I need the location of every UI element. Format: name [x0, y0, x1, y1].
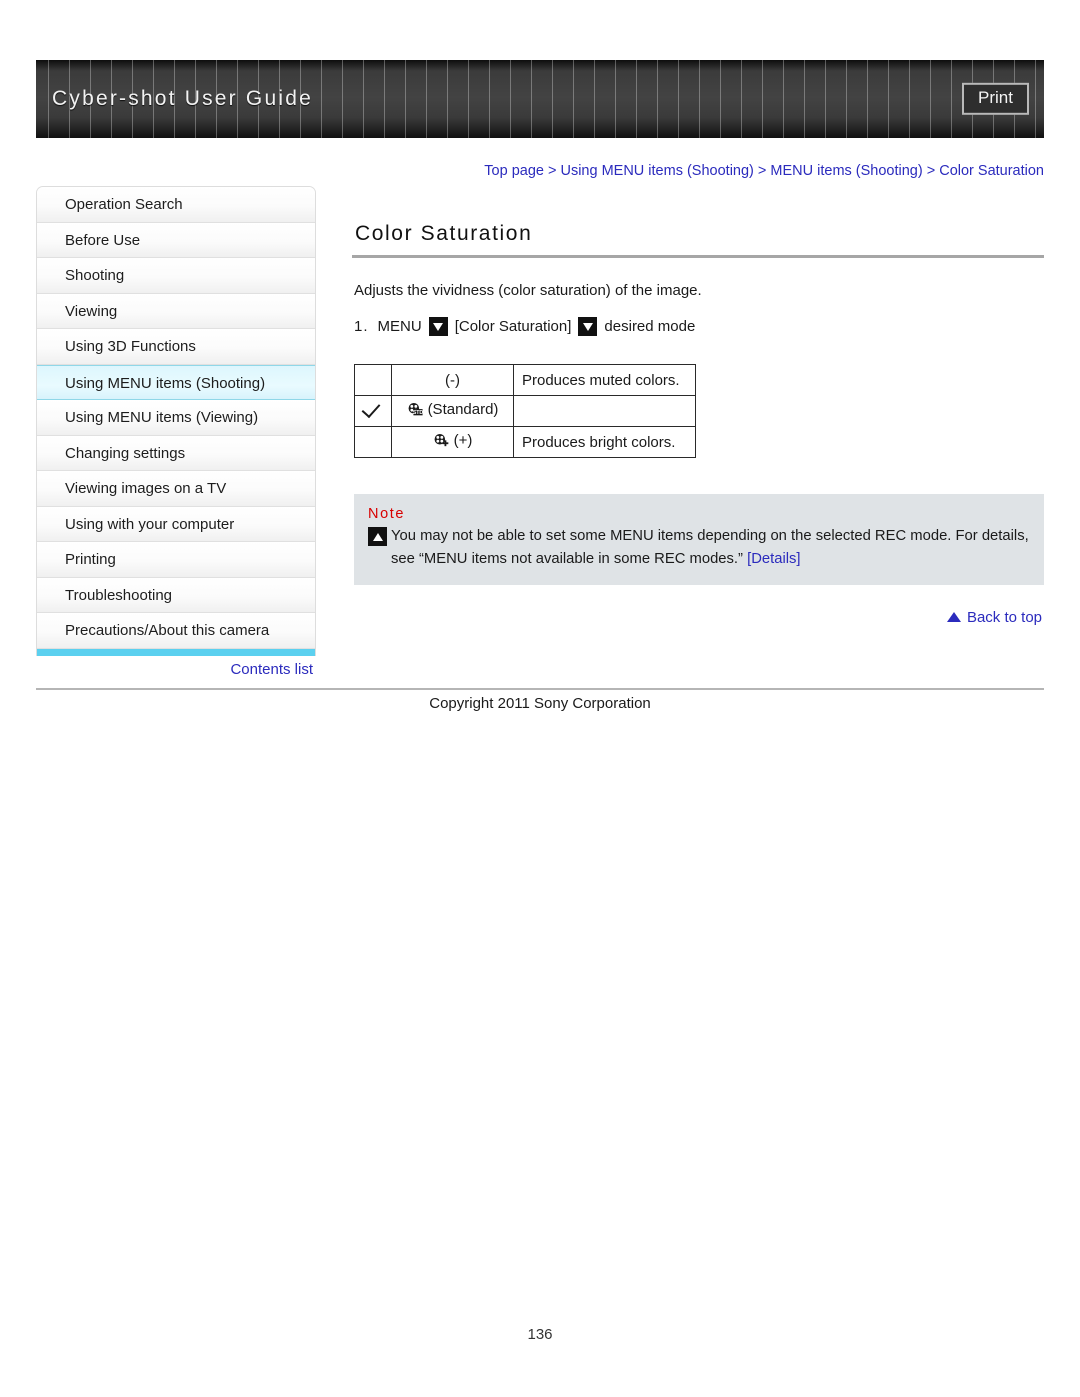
back-to-top-label: Back to top [966, 608, 1042, 626]
selected-marker-cell [354, 395, 392, 427]
sidebar-item-printing[interactable]: Printing [37, 542, 315, 578]
copyright-text: Copyright 2011 Sony Corporation [429, 695, 651, 712]
sidebar-item-viewing-images-on-a-tv[interactable]: Viewing images on a TV [37, 471, 315, 507]
sidebar-item-before-use[interactable]: Before Use [37, 222, 315, 258]
contents-list-row: Contents list [36, 656, 316, 685]
table-row: STD (Standard) [354, 395, 696, 427]
breadcrumb[interactable]: Top page > Using MENU items (Shooting) >… [352, 163, 1044, 179]
page-number: 136 [527, 1326, 553, 1343]
back-to-top-link[interactable]: Back to top [946, 608, 1042, 626]
triangle-up-icon [946, 612, 961, 623]
note-text: You may not be able to set some MENU ite… [391, 528, 1029, 567]
mode-cell: (-) [391, 364, 514, 396]
saturation-std-icon: STD [407, 402, 424, 417]
note-box: Note You may not be able to set some MEN… [354, 494, 1044, 585]
triangle-down-icon [578, 317, 598, 336]
sidebar-item-precautions-about-this-camera[interactable]: Precautions/About this camera [37, 613, 315, 649]
contents-list-link[interactable]: Contents list [230, 661, 313, 678]
step-text-desired-mode: desired mode [604, 318, 696, 335]
selected-marker-cell [354, 426, 392, 458]
main-content: Color Saturation Adjusts the vividness (… [352, 222, 1044, 627]
back-to-top-row: Back to top [352, 609, 1044, 628]
mode-label: (+) [453, 432, 473, 449]
triangle-down-icon [428, 317, 448, 336]
procedure-step-1: 1. MENU [Color Saturation] desired mode [354, 317, 1044, 336]
title-divider [352, 255, 1044, 258]
sidebar-item-using-with-your-computer[interactable]: Using with your computer [37, 506, 315, 542]
breadcrumb-text[interactable]: Top page > Using MENU items (Shooting) >… [484, 163, 1044, 179]
svg-text:STD: STD [412, 410, 423, 416]
footer-divider [36, 688, 1044, 690]
page-title: Color Saturation [355, 222, 533, 245]
sidebar-item-using-3d-functions[interactable]: Using 3D Functions [37, 329, 315, 365]
sidebar-item-troubleshooting[interactable]: Troubleshooting [37, 577, 315, 613]
mode-label: (Standard) [427, 401, 499, 418]
details-link[interactable]: [Details] [747, 551, 800, 567]
document-page: Cyber-shot User Guide Print Top page > U… [0, 0, 1080, 1397]
sidebar-item-using-menu-items-shooting[interactable]: Using MENU items (Shooting) [37, 364, 315, 400]
intro-paragraph: Adjusts the vividness (color saturation)… [354, 282, 702, 299]
triangle-up-icon [368, 527, 387, 546]
note-body: You may not be able to set some MENU ite… [368, 525, 1030, 571]
description-cell [513, 395, 696, 427]
check-icon [363, 401, 383, 418]
description-cell: Produces muted colors. [513, 364, 696, 396]
site-title: Cyber-shot User Guide [52, 87, 313, 110]
sidebar-item-shooting[interactable]: Shooting [37, 258, 315, 294]
sidebar-item-changing-settings[interactable]: Changing settings [37, 435, 315, 471]
mode-cell: STD (Standard) [391, 395, 514, 427]
step-number: 1. [354, 318, 369, 335]
selected-marker-cell [354, 364, 392, 396]
step-text-menu: MENU [377, 318, 422, 335]
sidebar-accent-bar [37, 648, 315, 656]
note-heading: Note [368, 506, 406, 522]
sidebar-item-viewing[interactable]: Viewing [37, 293, 315, 329]
mode-cell: (+) [391, 426, 514, 458]
description-cell: Produces bright colors. [513, 426, 696, 458]
sidebar-item-operation-search[interactable]: Operation Search [37, 187, 315, 223]
site-header: Cyber-shot User Guide Print [36, 60, 1044, 138]
step-text-color-saturation: [Color Saturation] [454, 318, 572, 335]
sidebar-nav: Operation Search Before Use Shooting Viewin… [36, 186, 316, 656]
color-saturation-options-table: (-) Produces muted colors. STD (Standard) (+… [354, 364, 696, 458]
mode-label: (-) [445, 371, 460, 389]
table-row: (-) Produces muted colors. [354, 364, 696, 396]
sidebar-item-using-menu-items-viewing[interactable]: Using MENU items (Viewing) [37, 400, 315, 436]
saturation-plus-icon [433, 433, 450, 448]
table-row: (+) Produces bright colors. [354, 426, 696, 458]
print-button[interactable]: Print [962, 82, 1029, 116]
